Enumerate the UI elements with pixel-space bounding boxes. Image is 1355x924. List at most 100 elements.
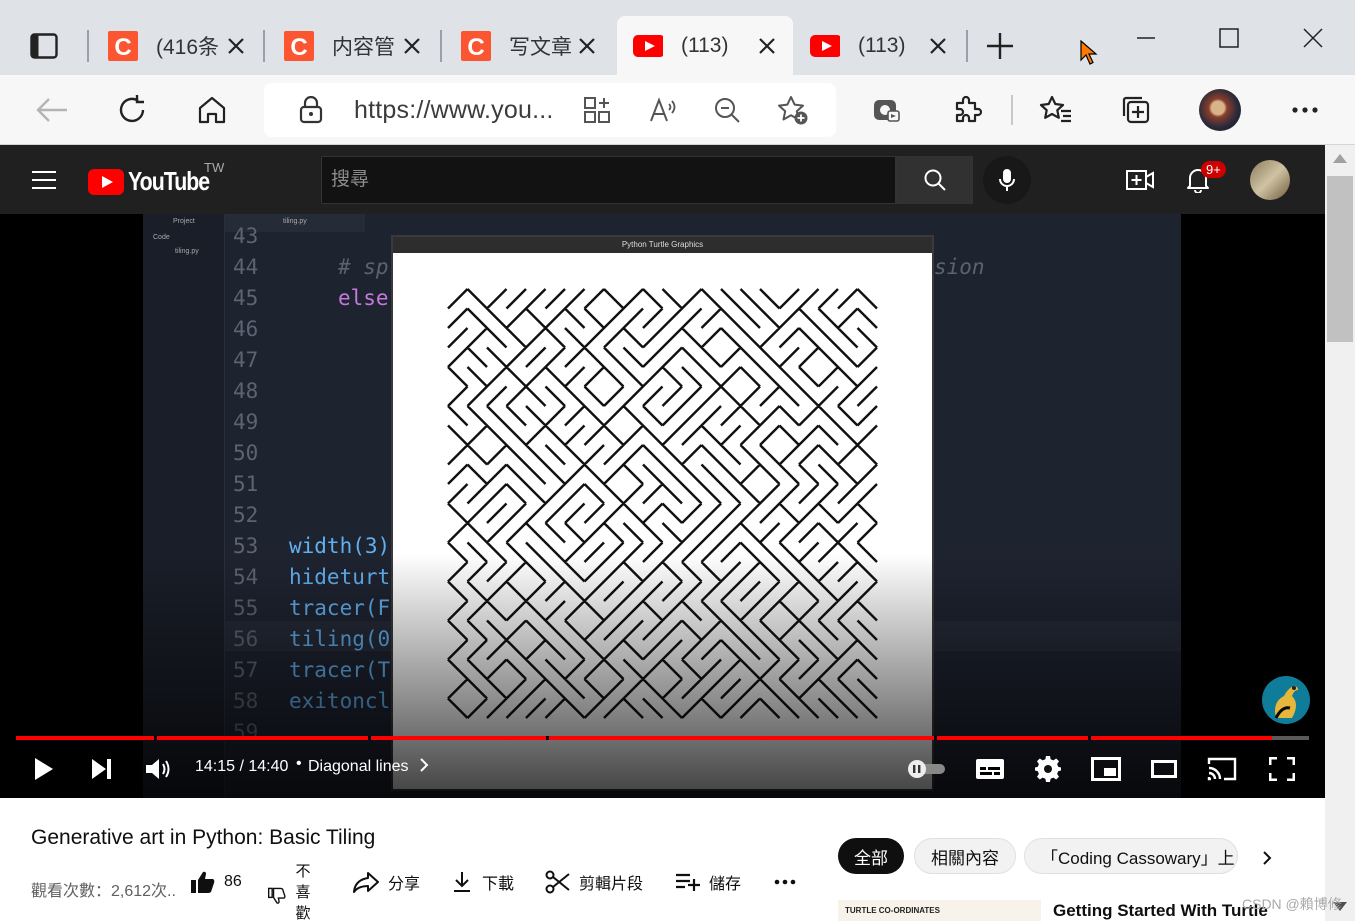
cast-button[interactable]: [1202, 750, 1242, 788]
thumbs-down-icon: [268, 887, 286, 904]
chip-all[interactable]: 全部: [838, 838, 904, 874]
avatar: [1199, 89, 1241, 131]
collections-button[interactable]: [1112, 87, 1160, 133]
tab-csdn-1[interactable]: C (416条: [92, 16, 262, 75]
subtitles-button[interactable]: [970, 750, 1010, 788]
chapter-gap: [934, 736, 938, 740]
youtube-logo[interactable]: YouTube TW: [88, 160, 227, 197]
chapter-gap: [367, 736, 371, 740]
voice-search-button[interactable]: [983, 156, 1031, 204]
channel-watermark[interactable]: [1262, 676, 1310, 724]
chevron-right-icon: [420, 758, 429, 772]
mute-button[interactable]: [138, 750, 178, 788]
maximize-icon: [1219, 28, 1239, 48]
chapter-button[interactable]: Diagonal lines: [308, 758, 429, 776]
collections-icon: [1122, 96, 1150, 124]
download-button[interactable]: 下載: [450, 868, 514, 896]
add-favorite-icon[interactable]: [772, 89, 814, 131]
cassowary-logo-icon: [1274, 686, 1298, 719]
more-actions-button[interactable]: [774, 868, 804, 896]
close-tab-icon[interactable]: [926, 34, 950, 58]
chips-next-button[interactable]: [1257, 846, 1277, 870]
home-button[interactable]: [188, 87, 236, 133]
dislike-button[interactable]: [268, 882, 294, 910]
toolbar-separator: [1011, 95, 1013, 125]
cast-icon: [1207, 757, 1237, 781]
search-input[interactable]: [322, 157, 895, 203]
more-horizontal-icon: [1292, 107, 1318, 113]
chip-channel[interactable]: 「Coding Cassowary」上: [1024, 838, 1238, 874]
play-icon: [35, 758, 53, 780]
like-button[interactable]: 86: [190, 868, 242, 896]
tab-actions-button[interactable]: [22, 24, 66, 68]
copilot-extension-icon: [874, 100, 900, 122]
home-icon: [198, 96, 226, 124]
download-label: 下載: [482, 876, 515, 893]
line-number: 44: [233, 255, 259, 279]
new-tab-button[interactable]: [980, 26, 1020, 66]
tab-youtube-2[interactable]: (113): [794, 16, 964, 75]
menu-button[interactable]: [24, 162, 64, 198]
line-number: 49: [233, 410, 259, 434]
code-text: # sp: [338, 255, 389, 279]
miniplayer-button[interactable]: [1086, 750, 1126, 788]
search-box: [321, 156, 896, 204]
csdn-icon: C: [461, 30, 491, 61]
svg-text:C: C: [114, 34, 131, 61]
lock-icon[interactable]: [290, 89, 332, 131]
tab-csdn-3[interactable]: C 写文章: [445, 16, 613, 75]
zoom-out-icon[interactable]: [706, 89, 748, 131]
read-aloud-icon[interactable]: [642, 89, 684, 131]
close-tab-icon[interactable]: [224, 34, 248, 58]
share-icon: [353, 872, 379, 893]
address-bar[interactable]: https://www.you...: [264, 83, 836, 137]
next-button[interactable]: [82, 750, 122, 788]
recommended-title[interactable]: Getting Started With Turtle: [1053, 901, 1268, 921]
scrollbar-thumb[interactable]: [1327, 176, 1353, 342]
progress-played[interactable]: [16, 736, 1272, 740]
create-button[interactable]: [1120, 160, 1160, 200]
back-button[interactable]: [28, 87, 76, 133]
play-button[interactable]: [24, 750, 64, 788]
refresh-icon: [119, 95, 145, 123]
tab-separator: [966, 30, 968, 62]
share-button[interactable]: 分享: [352, 868, 420, 896]
scroll-up-arrow-icon[interactable]: [1333, 154, 1347, 163]
extensions-button[interactable]: [943, 87, 991, 133]
maximize-button[interactable]: [1209, 20, 1249, 56]
video-player[interactable]: Project Code tiling.py tiling.py 43 44 # s…: [0, 214, 1325, 798]
settings-more-button[interactable]: [1281, 87, 1329, 133]
close-tab-icon[interactable]: [755, 34, 779, 58]
minimize-button[interactable]: [1126, 20, 1166, 56]
save-button[interactable]: 儲存: [675, 868, 741, 896]
fullscreen-button[interactable]: [1262, 750, 1302, 788]
clip-button[interactable]: 剪輯片段: [545, 868, 643, 896]
region-code: TW: [204, 160, 225, 175]
refresh-button[interactable]: [108, 87, 156, 133]
create-video-icon: [1126, 170, 1154, 190]
search-button[interactable]: [896, 156, 973, 204]
close-tab-icon[interactable]: [400, 34, 424, 58]
recommended-thumbnail[interactable]: TURTLE CO-ORDINATES: [838, 900, 1041, 921]
close-tab-icon[interactable]: [575, 34, 599, 58]
close-icon: [1303, 28, 1323, 48]
app-available-icon[interactable]: [576, 89, 618, 131]
profile-button[interactable]: [1196, 87, 1244, 133]
autoplay-toggle-icon: [908, 760, 945, 778]
svg-text:C: C: [467, 34, 484, 61]
chip-related[interactable]: 相關內容: [914, 838, 1016, 874]
youtube-logo-icon: [88, 168, 124, 195]
like-count: 86: [224, 873, 242, 890]
autoplay-toggle[interactable]: [904, 750, 948, 788]
turtle-window-title: Python Turtle Graphics: [393, 237, 932, 253]
extension-button[interactable]: [862, 87, 910, 133]
theater-mode-button[interactable]: [1144, 750, 1184, 788]
account-avatar[interactable]: [1250, 160, 1290, 200]
favorites-button[interactable]: [1032, 87, 1080, 133]
tab-csdn-2[interactable]: C 内容管: [268, 16, 438, 75]
tab-separator: [263, 30, 265, 62]
close-window-button[interactable]: [1293, 20, 1333, 56]
tab-youtube-active[interactable]: (113): [617, 16, 793, 75]
chapter-title: Diagonal lines: [308, 758, 409, 775]
settings-button[interactable]: [1028, 750, 1068, 788]
